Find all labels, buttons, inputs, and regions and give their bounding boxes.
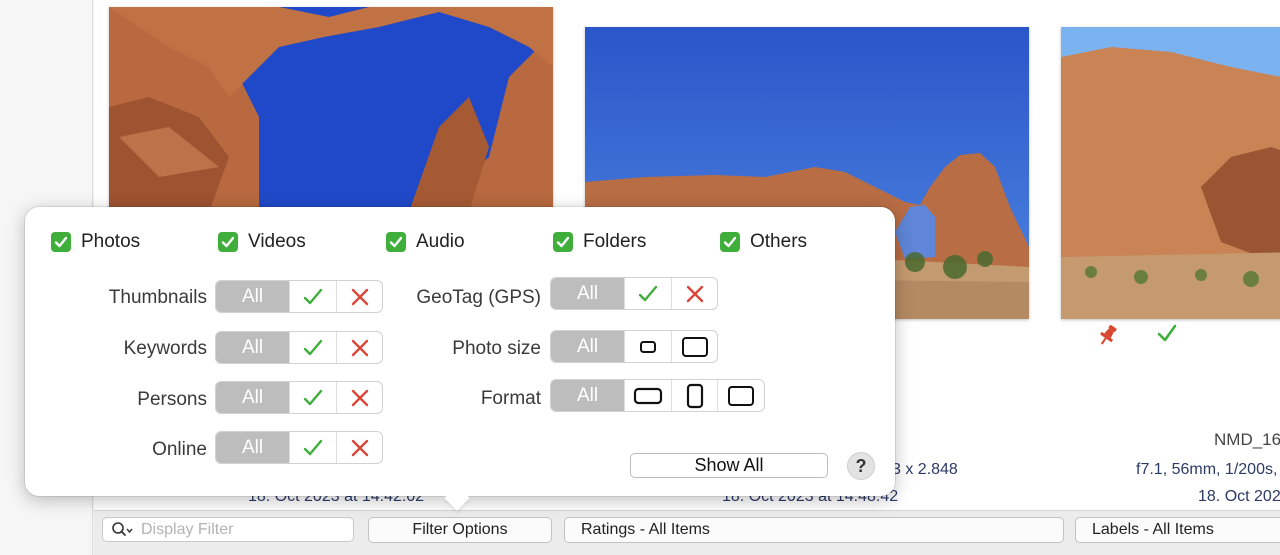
online-yes-segment[interactable]	[289, 432, 336, 463]
photo-date-3: 18. Oct 2023	[1198, 488, 1280, 505]
labels-dropdown[interactable]: Labels - All Items	[1075, 517, 1280, 543]
format-portrait-segment[interactable]	[671, 380, 717, 411]
ratings-dropdown[interactable]: Ratings - All Items	[564, 517, 1064, 543]
persons-no-segment[interactable]	[336, 382, 382, 413]
square-icon	[727, 385, 754, 406]
row-label-format: Format	[480, 388, 541, 409]
keywords-all-segment[interactable]: All	[216, 332, 289, 363]
photo-name-3: NMD_16	[1214, 430, 1280, 449]
check-icon	[303, 389, 323, 405]
geotag-segmented-control[interactable]: All	[550, 277, 718, 310]
keywords-segmented-control[interactable]: All	[215, 331, 383, 364]
type-label: Others	[750, 231, 808, 252]
online-no-segment[interactable]	[336, 432, 382, 463]
check-icon	[638, 285, 658, 301]
photo-exif-3: f7.1, 56mm, 1/200s, I	[1136, 461, 1280, 478]
thumbnails-no-segment[interactable]	[336, 281, 382, 312]
keywords-no-segment[interactable]	[336, 332, 382, 363]
thumbnails-yes-segment[interactable]	[289, 281, 336, 312]
filter-options-button[interactable]: Filter Options	[368, 517, 552, 543]
geotag-all-segment[interactable]: All	[551, 278, 624, 309]
type-label: Audio	[416, 231, 465, 252]
filter-options-popover: Photos Videos Audio Folders Others Thumb…	[25, 207, 895, 511]
arch-photo-3	[1061, 27, 1280, 319]
persons-yes-segment[interactable]	[289, 382, 336, 413]
photo-size-all-segment[interactable]: All	[551, 331, 624, 362]
checkbox-icon[interactable]	[51, 232, 71, 252]
geotag-no-segment[interactable]	[671, 278, 717, 309]
search-icon[interactable]	[111, 521, 133, 539]
persons-segmented-control[interactable]: All	[215, 381, 383, 414]
checkbox-icon[interactable]	[720, 232, 740, 252]
checkbox-icon[interactable]	[553, 232, 573, 252]
pin-icon[interactable]	[1096, 323, 1120, 347]
display-filter-field[interactable]	[102, 517, 354, 542]
row-label-photo-size: Photo size	[452, 338, 541, 359]
cross-icon	[686, 285, 703, 302]
arch-photo-1	[109, 7, 553, 212]
format-all-segment[interactable]: All	[551, 380, 624, 411]
format-segmented-control[interactable]: All	[550, 379, 765, 412]
checkbox-icon[interactable]	[386, 232, 406, 252]
cross-icon	[351, 339, 368, 356]
type-checkbox-folders[interactable]: Folders	[553, 231, 646, 253]
bottom-toolbar: Filter Options Ratings - All Items Label…	[94, 510, 1280, 555]
thumbnails-segmented-control[interactable]: All	[215, 280, 383, 313]
small-size-icon	[640, 340, 656, 353]
row-label-persons: Persons	[137, 389, 207, 410]
geotag-yes-segment[interactable]	[624, 278, 671, 309]
checkmark-icon[interactable]	[1156, 322, 1178, 344]
row-label-geotag: GeoTag (GPS)	[416, 287, 541, 308]
type-checkbox-videos[interactable]: Videos	[218, 231, 306, 253]
thumbnails-all-segment[interactable]: All	[216, 281, 289, 312]
photo-dimensions-2: 3 x 2.848	[892, 461, 958, 478]
format-square-segment[interactable]	[717, 380, 763, 411]
row-label-keywords: Keywords	[123, 338, 207, 359]
portrait-icon	[686, 383, 703, 408]
check-icon	[303, 288, 323, 304]
check-icon	[303, 439, 323, 455]
type-checkbox-photos[interactable]: Photos	[51, 231, 140, 253]
row-label-online: Online	[152, 439, 207, 460]
photo-size-segmented-control[interactable]: All	[550, 330, 718, 363]
persons-all-segment[interactable]: All	[216, 382, 289, 413]
keywords-yes-segment[interactable]	[289, 332, 336, 363]
type-label: Videos	[248, 231, 306, 252]
checkbox-icon[interactable]	[218, 232, 238, 252]
photo-size-small-segment[interactable]	[624, 331, 671, 362]
cross-icon	[351, 439, 368, 456]
large-size-icon	[681, 336, 708, 357]
row-label-thumbnails: Thumbnails	[108, 287, 207, 308]
type-checkbox-others[interactable]: Others	[720, 231, 807, 253]
landscape-icon	[633, 387, 663, 404]
online-all-segment[interactable]: All	[216, 432, 289, 463]
type-label: Photos	[81, 231, 141, 252]
thumbnail-arch-1[interactable]	[109, 7, 553, 212]
cross-icon	[351, 389, 368, 406]
help-button[interactable]: ?	[847, 452, 875, 480]
photo-size-large-segment[interactable]	[671, 331, 717, 362]
display-filter-input[interactable]	[141, 521, 346, 539]
format-landscape-segment[interactable]	[624, 380, 671, 411]
type-checkbox-audio[interactable]: Audio	[386, 231, 465, 253]
type-label: Folders	[583, 231, 647, 252]
cross-icon	[351, 288, 368, 305]
check-icon	[303, 339, 323, 355]
online-segmented-control[interactable]: All	[215, 431, 383, 464]
show-all-button[interactable]: Show All	[630, 453, 828, 478]
thumbnail-arch-3[interactable]	[1061, 27, 1280, 319]
